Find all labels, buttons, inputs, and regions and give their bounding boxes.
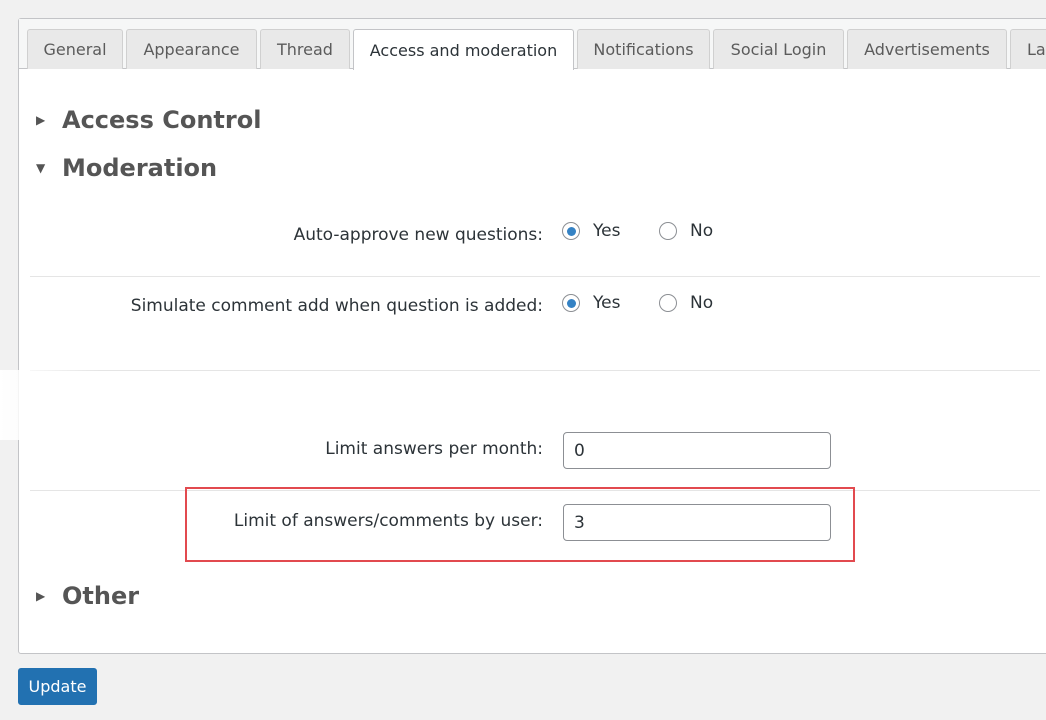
auto-approve-label: Auto-approve new questions: bbox=[293, 225, 543, 245]
section-access-control[interactable]: ▶ Access Control bbox=[36, 106, 261, 134]
limit-month-input[interactable] bbox=[563, 432, 831, 469]
fade-overlay bbox=[0, 370, 100, 440]
section-title: Access Control bbox=[62, 106, 262, 134]
simulate-comment-yes-option[interactable]: Yes bbox=[562, 293, 620, 313]
radio-unchecked-icon[interactable] bbox=[659, 222, 677, 240]
tab-access-moderation[interactable]: Access and moderation bbox=[353, 29, 574, 70]
radio-label: Yes bbox=[593, 221, 621, 241]
triangle-right-icon: ▶ bbox=[36, 589, 46, 603]
radio-label: No bbox=[690, 221, 714, 241]
highlight-box bbox=[185, 487, 855, 562]
row-divider bbox=[30, 370, 1040, 371]
section-other[interactable]: ▶ Other bbox=[36, 582, 139, 610]
tab-la[interactable]: La bbox=[1010, 29, 1046, 69]
tab-notifications[interactable]: Notifications bbox=[577, 29, 710, 69]
tab-appearance[interactable]: Appearance bbox=[126, 29, 257, 69]
limit-month-label: Limit answers per month: bbox=[325, 439, 543, 459]
tab-social-login[interactable]: Social Login bbox=[713, 29, 844, 69]
radio-unchecked-icon[interactable] bbox=[659, 294, 677, 312]
tab-general[interactable]: General bbox=[27, 29, 123, 69]
tab-advertisements[interactable]: Advertisements bbox=[847, 29, 1007, 69]
update-button[interactable]: Update bbox=[18, 668, 97, 705]
row-divider bbox=[30, 276, 1040, 277]
section-title: Moderation bbox=[62, 154, 218, 182]
simulate-comment-no-option[interactable]: No bbox=[659, 293, 713, 313]
triangle-right-icon: ▶ bbox=[36, 113, 46, 127]
section-moderation[interactable]: ▼ Moderation bbox=[36, 154, 217, 182]
simulate-comment-label: Simulate comment add when question is ad… bbox=[130, 296, 543, 316]
tab-thread[interactable]: Thread bbox=[260, 29, 350, 69]
radio-checked-icon[interactable] bbox=[562, 294, 580, 312]
triangle-down-icon: ▼ bbox=[36, 161, 46, 175]
auto-approve-no-option[interactable]: No bbox=[659, 221, 713, 241]
section-title: Other bbox=[62, 582, 140, 610]
auto-approve-yes-option[interactable]: Yes bbox=[562, 221, 620, 241]
radio-label: Yes bbox=[593, 293, 621, 313]
tab-bar: General Appearance Thread Access and mod… bbox=[19, 19, 1046, 70]
radio-checked-icon[interactable] bbox=[562, 222, 580, 240]
radio-label: No bbox=[690, 293, 714, 313]
